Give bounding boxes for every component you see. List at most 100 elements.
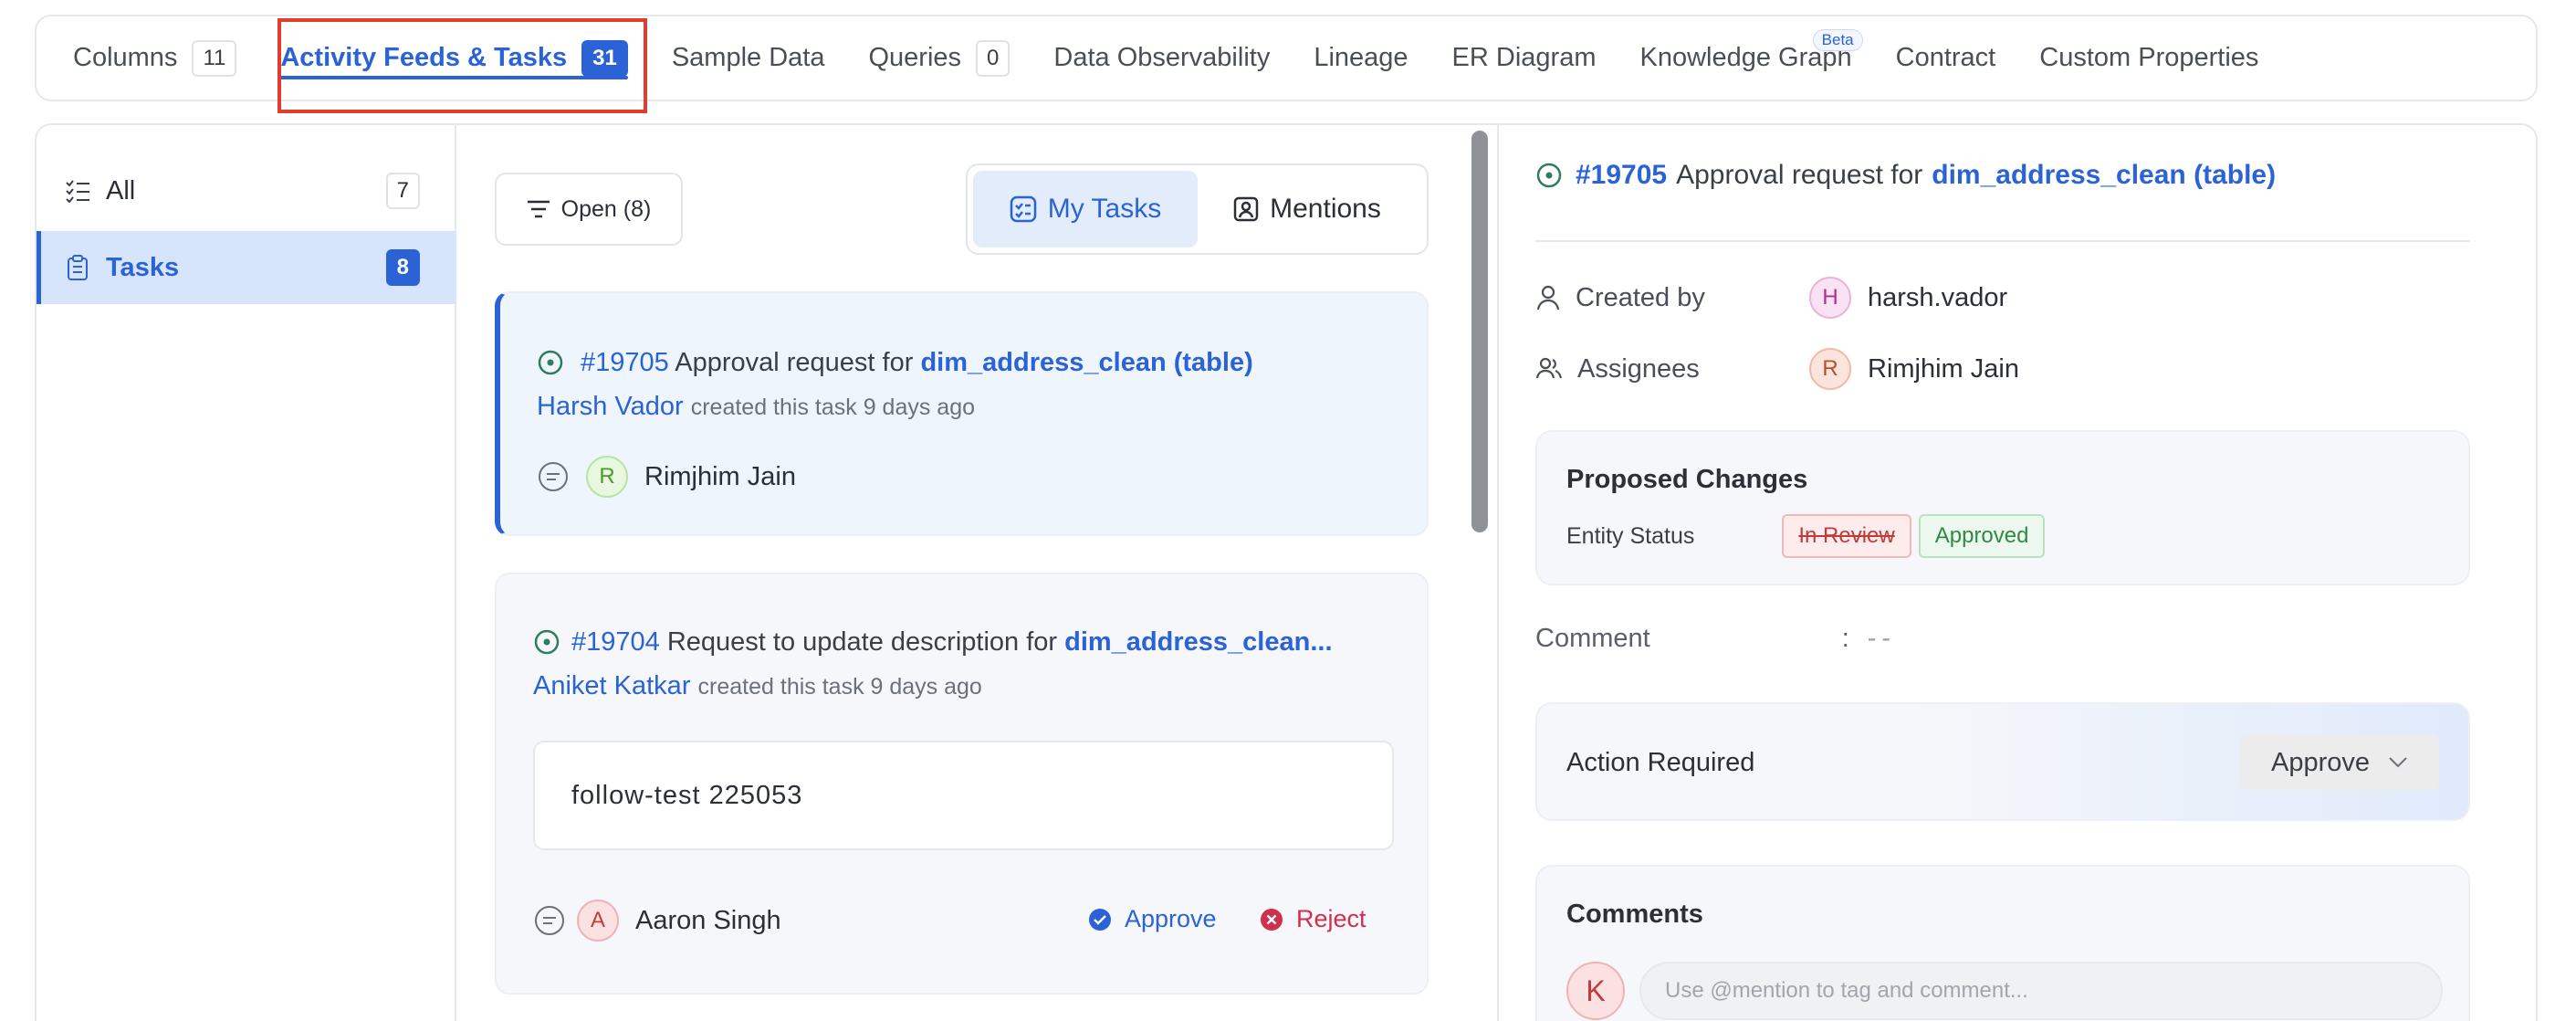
reject-button[interactable]: Reject bbox=[1260, 905, 1367, 933]
tab-custom-properties-label: Custom Properties bbox=[2039, 43, 2259, 72]
avatar: H bbox=[1809, 277, 1851, 319]
my-tasks-button[interactable]: My Tasks bbox=[973, 171, 1198, 247]
task-number[interactable]: #19704 bbox=[571, 627, 660, 657]
action-required-box: Action Required Approve bbox=[1535, 702, 2470, 821]
comments-box: Comments K Use @mention to tag and comme… bbox=[1535, 865, 2470, 1021]
list-scrollbar[interactable] bbox=[1471, 131, 1488, 532]
assignee-name: Aaron Singh bbox=[635, 905, 781, 935]
tab-queries-label: Queries bbox=[868, 43, 962, 72]
user-icon bbox=[1536, 285, 1560, 311]
task-entity-link[interactable]: dim_address_clean (table) bbox=[920, 348, 1252, 377]
mention-user-icon bbox=[1233, 196, 1259, 222]
task-meta: created this task 9 days ago bbox=[690, 395, 976, 420]
task-entity-link[interactable]: dim_address_clean... bbox=[1064, 627, 1332, 657]
tab-queries-count: 0 bbox=[976, 39, 1011, 77]
proposed-changes-title: Proposed Changes bbox=[1566, 465, 1808, 494]
proposed-changes-box: Proposed Changes Entity Status In Review… bbox=[1535, 430, 2470, 585]
main-panel: All 7 Tasks 8 Open (8) My Tasks Mentions… bbox=[35, 123, 2538, 1021]
tab-data-observability[interactable]: Data Observability bbox=[1053, 16, 1270, 100]
task-detail-panel: #19705 Approval request for dim_address_… bbox=[1497, 125, 2536, 1021]
comment-label: Comment bbox=[1535, 624, 1650, 653]
avatar: A bbox=[577, 900, 619, 942]
beta-badge: Beta bbox=[1812, 29, 1863, 51]
action-dropdown-value: Approve bbox=[2270, 747, 2370, 777]
mentions-button[interactable]: Mentions bbox=[1198, 171, 1417, 247]
detail-entity-link[interactable]: dim_address_clean (table) bbox=[1932, 160, 2276, 191]
status-filter-label: Open (8) bbox=[560, 195, 652, 222]
task-title-line: #19705 Approval request for dim_address_… bbox=[537, 348, 1253, 378]
open-task-icon bbox=[534, 629, 560, 655]
assignees-row: Assignees R Rimjhim Jain bbox=[1535, 348, 2019, 390]
tab-data-observability-label: Data Observability bbox=[1053, 43, 1271, 72]
task-description: follow-test 225053 bbox=[533, 741, 1394, 850]
avatar: R bbox=[586, 456, 628, 498]
comment-icon[interactable] bbox=[537, 460, 570, 493]
task-meta: created this task 9 days ago bbox=[697, 674, 982, 700]
close-circle-icon bbox=[1261, 908, 1283, 931]
detail-task-number[interactable]: #19705 bbox=[1576, 160, 1667, 191]
task-number[interactable]: #19705 bbox=[581, 348, 669, 377]
approve-label: Approve bbox=[1125, 905, 1217, 932]
tab-sample-data[interactable]: Sample Data bbox=[672, 16, 825, 100]
comment-icon[interactable] bbox=[533, 904, 566, 937]
tab-custom-properties[interactable]: Custom Properties bbox=[2039, 16, 2258, 100]
sidebar-item-all-label: All bbox=[106, 175, 136, 205]
my-tasks-label: My Tasks bbox=[1047, 194, 1162, 224]
reject-label: Reject bbox=[1296, 905, 1367, 932]
avatar: K bbox=[1566, 962, 1625, 1020]
action-dropdown[interactable]: Approve bbox=[2240, 735, 2439, 790]
tasks-icon bbox=[1010, 195, 1037, 223]
divider bbox=[1535, 240, 2470, 242]
open-task-icon bbox=[1536, 163, 1562, 188]
sidebar-item-all-count: 7 bbox=[385, 173, 420, 209]
tab-er-diagram[interactable]: ER Diagram bbox=[1452, 16, 1597, 100]
old-status-badge: In Review bbox=[1782, 514, 1911, 558]
task-author-line: Aniket Katkar created this task 9 days a… bbox=[533, 671, 982, 701]
approve-button[interactable]: Approve bbox=[1088, 905, 1217, 933]
comment-row: Comment : -- bbox=[1535, 624, 1896, 654]
tab-lineage[interactable]: Lineage bbox=[1314, 16, 1408, 100]
task-author-link[interactable]: Harsh Vador bbox=[537, 392, 684, 421]
created-by-row: Created by H harsh.vador bbox=[1535, 277, 2007, 319]
comment-colon: : bbox=[1841, 624, 1849, 653]
task-author-link[interactable]: Aniket Katkar bbox=[533, 671, 690, 700]
open-task-icon bbox=[538, 350, 563, 375]
tab-contract[interactable]: Contract bbox=[1896, 16, 1996, 100]
task-list-panel: Open (8) My Tasks Mentions #19705 Approv… bbox=[458, 125, 1462, 1021]
task-card[interactable]: #19704 Request to update description for… bbox=[495, 573, 1429, 995]
action-required-label: Action Required bbox=[1566, 748, 1755, 777]
task-assignee-row: A Aaron Singh bbox=[533, 900, 781, 942]
left-sidebar: All 7 Tasks 8 bbox=[37, 125, 456, 1021]
tab-columns-label: Columns bbox=[73, 43, 178, 72]
task-author-line: Harsh Vador created this task 9 days ago bbox=[537, 392, 975, 422]
filter-icon bbox=[527, 200, 550, 218]
assignee-name: Rimjhim Jain bbox=[644, 461, 796, 491]
detail-title: #19705 Approval request for dim_address_… bbox=[1535, 160, 2276, 191]
sidebar-item-tasks-count: 8 bbox=[385, 249, 420, 286]
avatar: R bbox=[1809, 348, 1851, 390]
tab-contract-label: Contract bbox=[1895, 43, 1996, 72]
sidebar-item-tasks[interactable]: Tasks 8 bbox=[37, 231, 456, 304]
users-icon bbox=[1535, 357, 1563, 379]
status-filter-button[interactable]: Open (8) bbox=[495, 173, 683, 246]
tab-knowledge-graph[interactable]: Knowledge Graph Beta bbox=[1639, 16, 1863, 100]
tab-queries[interactable]: Queries 0 bbox=[868, 16, 1011, 100]
sidebar-item-all[interactable]: All 7 bbox=[37, 154, 456, 227]
tab-columns-count: 11 bbox=[192, 39, 237, 77]
task-card-selected[interactable]: #19705 Approval request for dim_address_… bbox=[495, 291, 1429, 536]
tab-er-diagram-label: ER Diagram bbox=[1451, 43, 1597, 72]
check-circle-icon bbox=[1089, 908, 1111, 931]
task-text: Approval request for bbox=[675, 348, 914, 377]
page-root: Columns 11 Activity Feeds & Tasks 31 Sam… bbox=[0, 0, 2576, 1021]
task-assignee-row: R Rimjhim Jain bbox=[537, 456, 796, 498]
checklist-icon bbox=[64, 177, 91, 205]
sidebar-item-tasks-label: Tasks bbox=[106, 252, 180, 282]
tab-sample-data-label: Sample Data bbox=[671, 43, 825, 72]
tab-lineage-label: Lineage bbox=[1314, 43, 1408, 72]
tab-columns[interactable]: Columns 11 bbox=[73, 16, 237, 100]
assignee-name: Rimjhim Jain bbox=[1868, 353, 2019, 384]
mentions-label: Mentions bbox=[1270, 194, 1381, 224]
comment-input[interactable]: Use @mention to tag and comment... bbox=[1639, 962, 2443, 1020]
clipboard-icon bbox=[64, 254, 91, 281]
entity-status-row: Entity Status In Review Approved bbox=[1566, 514, 2046, 558]
